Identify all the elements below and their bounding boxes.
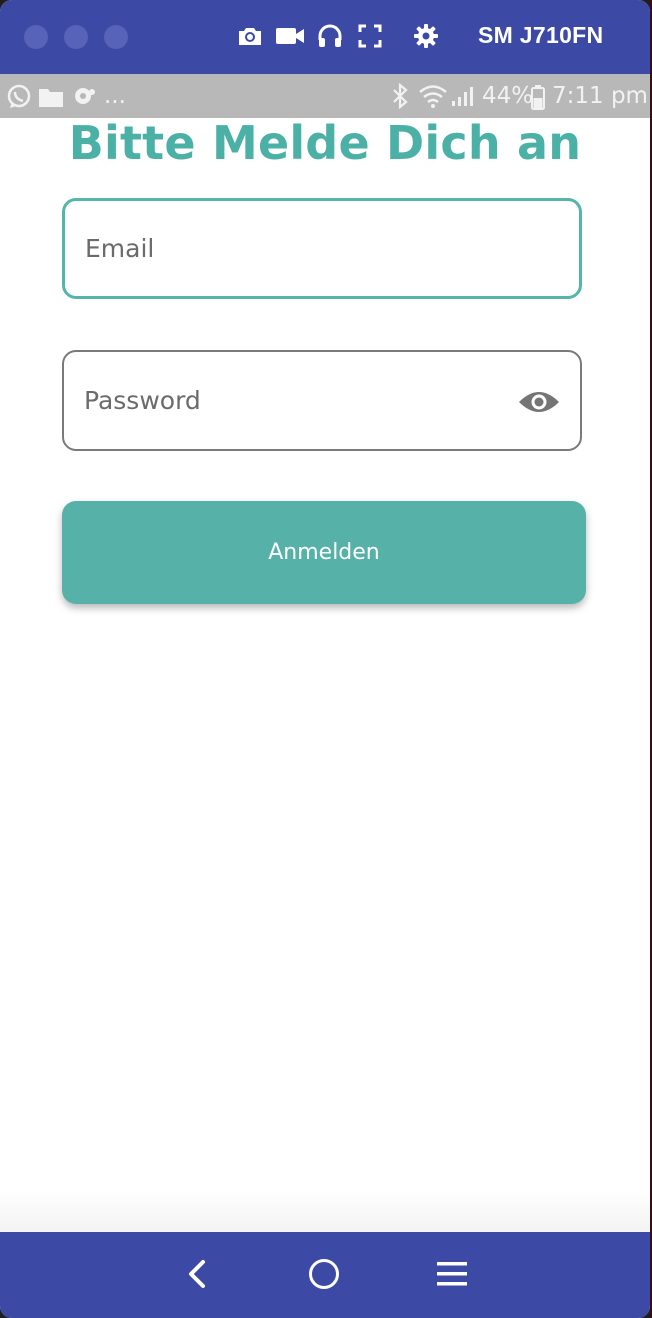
signal-icon [452, 87, 473, 106]
whatsapp-icon [7, 84, 31, 108]
home-icon[interactable] [304, 1254, 344, 1294]
page-title: Bitte Melde Dich an [68, 116, 582, 170]
navigation-bar [0, 1232, 650, 1318]
window-maximize-button[interactable] [104, 25, 128, 49]
email-input[interactable] [85, 201, 505, 296]
password-field[interactable] [62, 350, 582, 451]
status-time: 7:11 pm [552, 83, 648, 109]
notifications-more: ... [104, 83, 126, 109]
headphones-icon[interactable] [316, 22, 344, 50]
folder-icon [39, 89, 63, 107]
emulator-toolbar: SM J710FN [0, 0, 650, 74]
login-button[interactable]: Anmelden [62, 501, 586, 604]
battery-icon [531, 85, 545, 110]
video-icon[interactable] [274, 22, 306, 50]
device-name: SM J710FN [478, 22, 604, 48]
fullscreen-icon[interactable] [356, 22, 384, 50]
camera-icon[interactable] [236, 22, 264, 50]
media-icon [75, 88, 95, 104]
window-close-button[interactable] [24, 25, 48, 49]
wifi-icon [419, 85, 447, 108]
bluetooth-icon [393, 83, 408, 109]
back-icon[interactable] [178, 1254, 218, 1294]
device-frame: SM J710FN ... 44% 7:11 pm Bitte Melde Di… [0, 0, 650, 1318]
status-bar: ... 44% 7:11 pm [0, 74, 650, 118]
email-field[interactable] [62, 198, 582, 299]
eye-icon[interactable] [518, 388, 560, 416]
gear-icon[interactable] [412, 22, 440, 50]
window-minimize-button[interactable] [64, 25, 88, 49]
recents-icon[interactable] [432, 1254, 472, 1294]
password-input[interactable] [84, 352, 504, 449]
content-bottom-shadow [0, 1190, 650, 1232]
battery-percent: 44% [482, 83, 534, 109]
